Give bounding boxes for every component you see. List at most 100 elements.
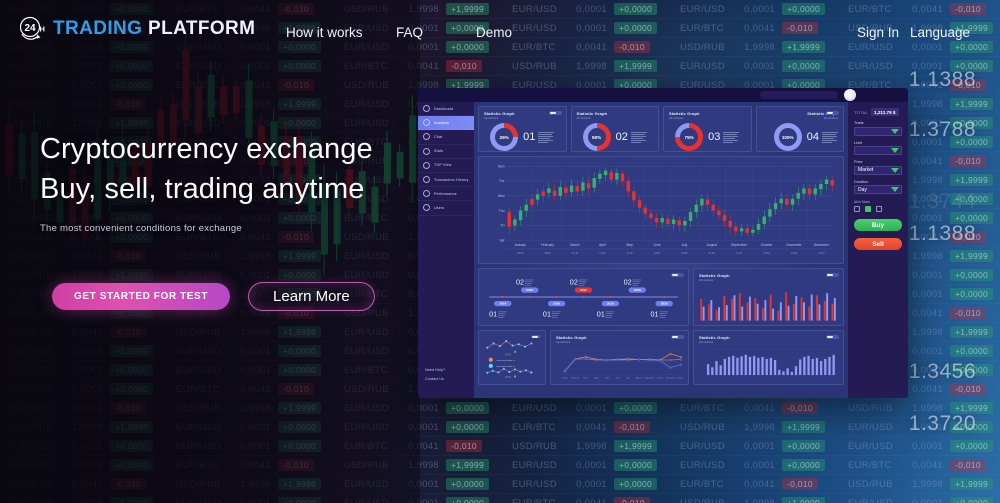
svg-text:04:00: 04:00 bbox=[654, 252, 661, 255]
trade-field-select[interactable] bbox=[854, 146, 902, 155]
sidebar-item-chat[interactable]: Chat bbox=[418, 130, 474, 145]
nav-language[interactable]: Language bbox=[910, 25, 970, 40]
ticker-badge: -0,010 bbox=[950, 383, 986, 395]
nav-sign-in[interactable]: Sign In bbox=[857, 25, 899, 40]
ticker-cell: EUR/USD 0,0001 +0,0000 bbox=[672, 440, 840, 452]
ticker-value: 0,0001 bbox=[912, 345, 943, 357]
sidebar-item-top-view[interactable]: TOP View bbox=[418, 159, 474, 173]
sparkline-toggle[interactable] bbox=[531, 335, 541, 339]
trade-field-select[interactable]: Market bbox=[854, 165, 902, 175]
svg-text:2015: 2015 bbox=[526, 288, 533, 292]
ticker-badge: +1,9999 bbox=[950, 478, 994, 490]
timeline-card: 2014 01 2015 02 2016 01 2017 02 2018 01 2019 02 2020… bbox=[478, 268, 689, 326]
trade-field-select[interactable]: Day bbox=[854, 185, 902, 194]
svg-text:November: November bbox=[786, 243, 802, 247]
histogram-title: Statistic Graph bbox=[699, 335, 730, 340]
ticker-badge: +0,0000 bbox=[950, 288, 994, 300]
ticker-pair: EUR/USD bbox=[512, 459, 557, 471]
main-candlestick-card: Mon Tue Wed Thu Fri Sat January February March Ap… bbox=[478, 156, 844, 264]
sidebar-item-users[interactable]: Users bbox=[418, 201, 474, 216]
sidebar-item-label: Users bbox=[434, 205, 445, 210]
need-help-link[interactable]: Need Help? bbox=[425, 368, 445, 372]
dashboard-icon bbox=[423, 105, 430, 113]
trade-field-select[interactable] bbox=[854, 126, 902, 136]
bars-toggle[interactable] bbox=[826, 273, 839, 277]
ticker-cell: EUR/USD 0,0001 +0,0000 bbox=[504, 478, 672, 490]
multi-line-toggle[interactable] bbox=[671, 335, 684, 339]
svg-text:March: March bbox=[570, 243, 579, 247]
all-or-none-checkbox[interactable] bbox=[876, 206, 882, 212]
bars-card-title: Statistic Graph bbox=[699, 273, 730, 278]
ticker-cell: EUR/USD 0,0001 +0,0000 bbox=[504, 402, 672, 414]
brand-logo[interactable]: 24 H TRADING PLATFORM bbox=[16, 14, 255, 44]
sidebar-item-stats[interactable]: Stats bbox=[418, 145, 474, 159]
ticker-value: 1,9998 bbox=[912, 98, 943, 110]
user-avatar[interactable] bbox=[844, 89, 856, 101]
sidebar-item-analysis[interactable]: Analysis bbox=[418, 116, 474, 131]
svg-text:24: 24 bbox=[24, 23, 36, 34]
ticker-cell: USD/RUB 1,9998 +1,9999 bbox=[504, 60, 672, 72]
buy-button[interactable]: Buy bbox=[854, 219, 902, 231]
get-started-button[interactable]: GET STARTED FOR TEST bbox=[52, 283, 231, 310]
middle-panel-row: 2014 01 2015 02 2016 01 2017 02 2018 01 2019 02 2020… bbox=[478, 268, 844, 326]
sparkline-chart: 4.5% Lorem ipsum dolor sit Lorem ipsum dol… bbox=[486, 340, 533, 379]
sidebar-item-dashboard[interactable]: Dashboard bbox=[418, 102, 474, 117]
ticker-value: 1,9998 bbox=[576, 440, 607, 452]
svg-text:Thu: Thu bbox=[499, 209, 505, 213]
ticker-cell: USD/RUB 1,9998 +1,9999 bbox=[504, 440, 672, 452]
stat-number: 03 bbox=[708, 130, 721, 143]
ticker-pair: USD/RUB bbox=[680, 497, 725, 503]
chevron-down-icon bbox=[891, 148, 899, 153]
sidebar-item-performance[interactable]: Performance bbox=[418, 187, 474, 202]
svg-text:11:00: 11:00 bbox=[736, 252, 743, 255]
ticker-badge: +0,0000 bbox=[446, 478, 490, 490]
dashboard-search-input[interactable] bbox=[760, 91, 838, 99]
svg-text:2020: 2020 bbox=[661, 302, 668, 306]
ticker-cell: EUR/BTC 0,0041 -0,010 bbox=[504, 421, 672, 433]
ticker-value: 0,0001 bbox=[576, 459, 607, 471]
svg-text:2014: 2014 bbox=[499, 302, 506, 306]
svg-text:01: 01 bbox=[543, 309, 551, 318]
brand-name: TRADING PLATFORM bbox=[53, 18, 255, 40]
stat-card-toggle[interactable] bbox=[548, 111, 562, 115]
svg-text:May: May bbox=[627, 243, 634, 247]
ticker-pair: EUR/USD bbox=[512, 402, 557, 414]
ticker-cell: EUR/BTC 0,0041 -0,010 bbox=[672, 402, 840, 414]
all-or-none-checkbox[interactable] bbox=[865, 206, 871, 212]
svg-text:Sat: Sat bbox=[499, 238, 504, 242]
contact-us-link[interactable]: Contact Us bbox=[425, 377, 445, 381]
donut-wrap: 50% 02 bbox=[577, 123, 654, 151]
ticker-cell: USD/RUB 1,9998 +1,9999 bbox=[672, 421, 840, 433]
donut-percent: 25% bbox=[499, 134, 509, 140]
sell-button[interactable]: Sell bbox=[854, 238, 902, 250]
learn-more-button[interactable]: Learn More bbox=[248, 282, 375, 311]
nav-how-it-works[interactable]: How it works bbox=[286, 25, 363, 40]
svg-text:01: 01 bbox=[489, 309, 497, 318]
svg-text:21:00: 21:00 bbox=[626, 252, 633, 255]
stat-card: Statistic Graph All mentions 100% 04 bbox=[755, 106, 844, 152]
price-label: 1.3720 bbox=[908, 412, 976, 435]
bars-chart bbox=[700, 292, 836, 321]
svg-text:July: July bbox=[626, 378, 629, 380]
ticker-cell: EUR/USD 0,0001 +0,0000 bbox=[672, 60, 840, 72]
timeline-toggle[interactable] bbox=[671, 273, 684, 277]
stats-icon bbox=[423, 147, 430, 155]
ticker-badge: +0,0000 bbox=[446, 497, 490, 503]
ticker-badge: +0,0000 bbox=[950, 497, 994, 503]
nav-faq[interactable]: FAQ bbox=[396, 25, 423, 40]
ticker-value: 0,0001 bbox=[576, 402, 607, 414]
trade-field: Price Market bbox=[854, 160, 902, 175]
all-or-none-checkbox[interactable] bbox=[854, 206, 860, 212]
stat-placeholder-lines bbox=[538, 131, 555, 143]
histogram-subtitle: All mentions bbox=[699, 341, 714, 344]
svg-text:15:00: 15:00 bbox=[544, 252, 551, 255]
stat-card-toggle[interactable] bbox=[826, 111, 839, 115]
svg-text:October: October bbox=[656, 377, 663, 380]
nav-demo[interactable]: Demo bbox=[476, 25, 512, 40]
ticker-value: 0,0041 bbox=[744, 402, 775, 414]
histogram-chart bbox=[706, 348, 837, 376]
svg-text:Fri: Fri bbox=[501, 224, 505, 228]
main-candlestick-chart[interactable]: Mon Tue Wed Thu Fri Sat January February March Ap… bbox=[485, 162, 837, 260]
sidebar-item-transaction-history[interactable]: Transaction History bbox=[418, 173, 474, 188]
histogram-toggle[interactable] bbox=[826, 335, 839, 339]
